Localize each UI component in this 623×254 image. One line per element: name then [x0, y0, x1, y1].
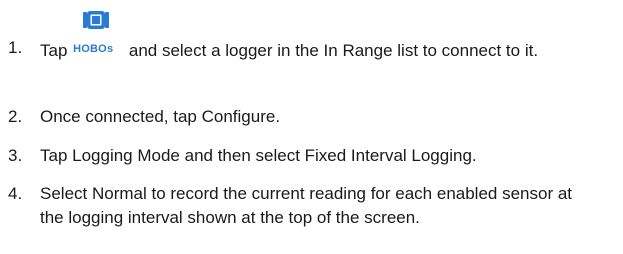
step-number: 1. [8, 38, 23, 57]
step-text-after-icon: and select a logger in the In Range list… [124, 41, 539, 60]
instructions-page: 1. Tap HOBOs and select a logger in the … [0, 0, 623, 254]
hobos-label: HOBOs [73, 43, 114, 55]
step-text: Tap Logging Mode and then select Fixed I… [40, 146, 477, 165]
step-text: Once connected, tap Configure. [40, 107, 281, 126]
step-text: Tap HOBOs and select a logger in the In … [40, 11, 580, 63]
step-number: 4. [8, 184, 23, 203]
step-number: 2. [8, 107, 23, 126]
step-text: Select Normal to record the current read… [40, 184, 573, 227]
hobos-tab-button[interactable]: HOBOs [72, 11, 124, 56]
step-text-before-icon: Tap [40, 41, 73, 60]
hobos-logger-icon [83, 11, 110, 29]
step-number: 3. [8, 146, 23, 165]
